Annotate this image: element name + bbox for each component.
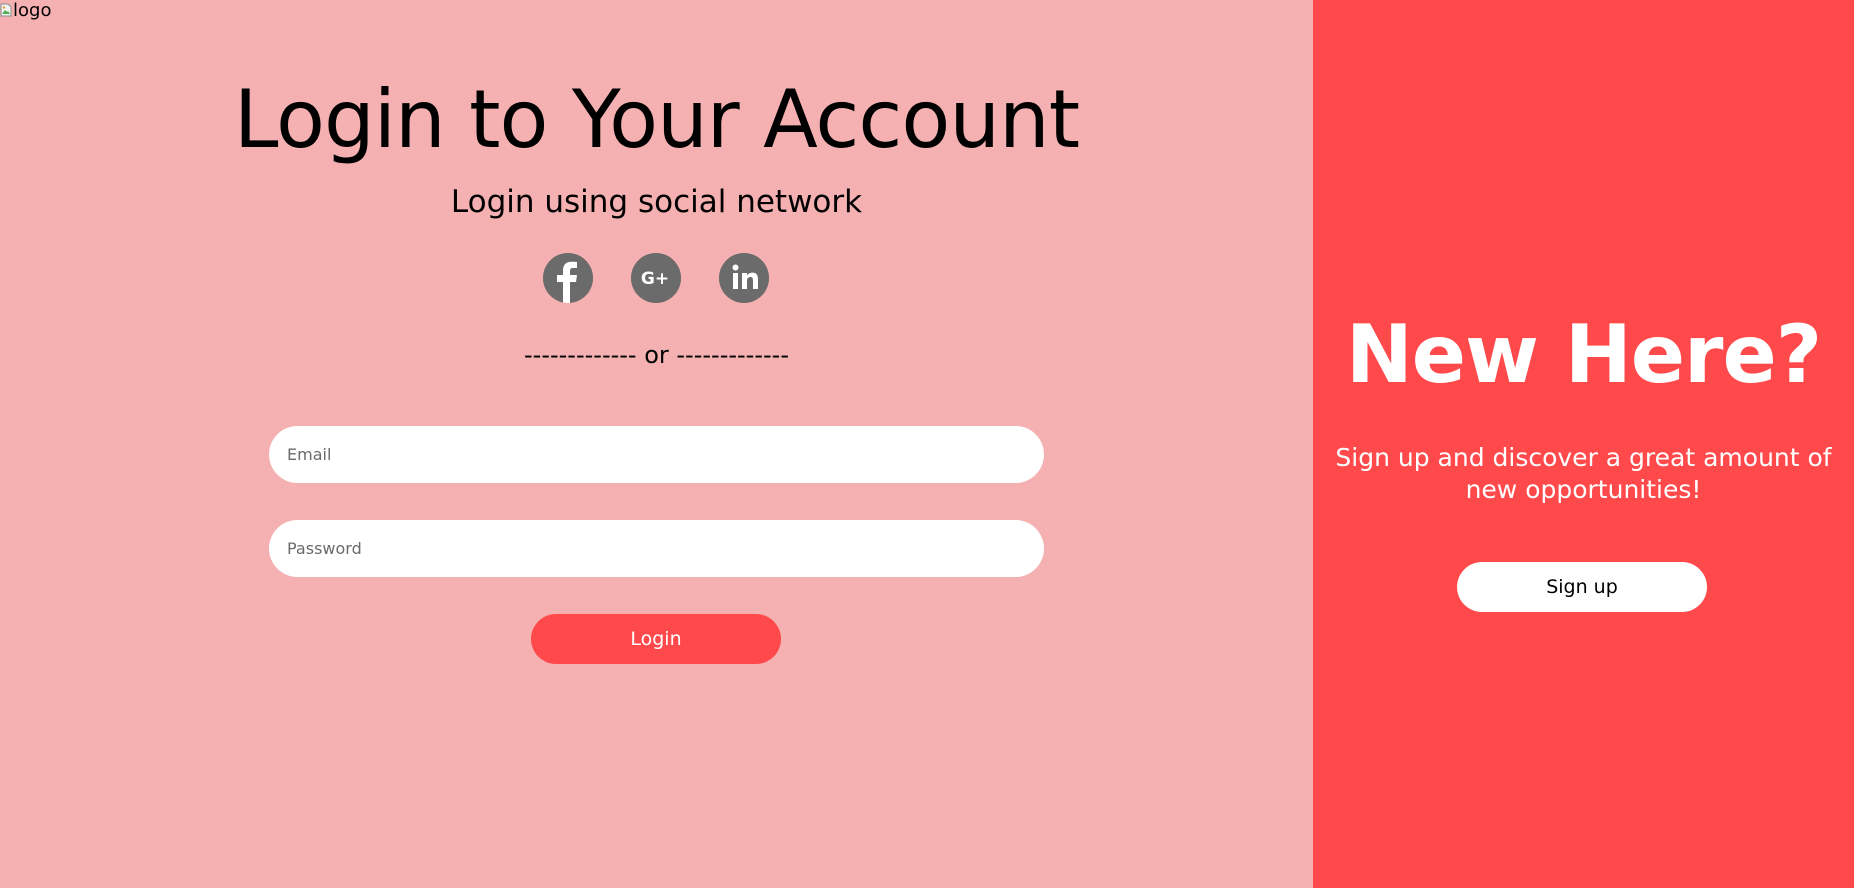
svg-text:G+: G+ bbox=[641, 269, 669, 289]
logo: logo bbox=[0, 0, 52, 21]
linkedin-icon bbox=[719, 253, 769, 303]
broken-image-icon bbox=[0, 3, 12, 17]
signup-title: New Here? bbox=[1345, 308, 1822, 401]
facebook-icon bbox=[543, 253, 593, 303]
facebook-button[interactable] bbox=[543, 253, 593, 303]
social-login-row: G+ bbox=[543, 253, 769, 303]
login-title: Login to Your Account bbox=[233, 73, 1080, 166]
google-plus-button[interactable]: G+ bbox=[631, 253, 681, 303]
signup-panel: New Here? Sign up and discover a great a… bbox=[1313, 0, 1854, 888]
signup-button[interactable]: Sign up bbox=[1457, 562, 1707, 612]
or-divider: ------------- or ------------- bbox=[524, 341, 789, 369]
logo-alt-text: logo bbox=[13, 0, 52, 21]
google-plus-icon: G+ bbox=[631, 253, 681, 303]
login-subtitle: Login using social network bbox=[450, 184, 863, 220]
email-field[interactable] bbox=[269, 426, 1044, 483]
login-button[interactable]: Login bbox=[531, 614, 781, 664]
linkedin-button[interactable] bbox=[719, 253, 769, 303]
login-panel: logo Login to Your Account Login using s… bbox=[0, 0, 1313, 888]
password-field[interactable] bbox=[269, 520, 1044, 577]
page: logo Login to Your Account Login using s… bbox=[0, 0, 1854, 888]
signup-text: Sign up and discover a great amount of n… bbox=[1335, 443, 1832, 504]
